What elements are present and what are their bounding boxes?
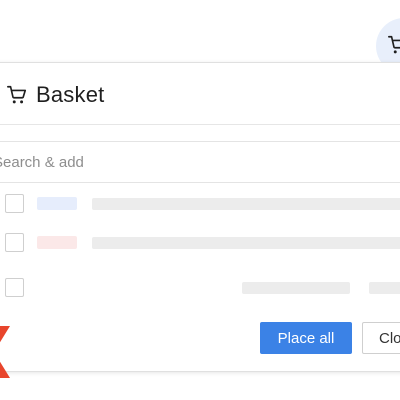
basket-row — [0, 273, 400, 303]
row-tag-placeholder — [37, 197, 77, 210]
basket-row — [0, 228, 400, 258]
row-checkbox[interactable] — [5, 194, 24, 213]
basket-row — [0, 189, 400, 219]
basket-header: Basket — [0, 63, 400, 125]
place-all-button[interactable]: Place all — [260, 322, 352, 354]
red-chevron-icon — [0, 326, 10, 378]
close-button[interactable]: Clo — [362, 322, 400, 354]
row-checkbox[interactable] — [5, 278, 24, 297]
page: Basket Place all Clo — [0, 0, 400, 400]
search-row — [0, 141, 400, 183]
row-checkbox[interactable] — [5, 233, 24, 252]
shopping-cart-icon — [7, 85, 27, 104]
row-tag-placeholder — [37, 236, 77, 249]
row-text-placeholder — [92, 237, 400, 249]
basket-title: Basket — [36, 82, 105, 107]
row-text-placeholder — [92, 198, 400, 210]
shopping-cart-icon — [388, 35, 400, 54]
row-value-placeholder — [242, 282, 350, 294]
row-value-placeholder — [369, 282, 400, 294]
search-input[interactable] — [0, 142, 400, 182]
basket-panel: Basket Place all Clo — [0, 62, 400, 378]
